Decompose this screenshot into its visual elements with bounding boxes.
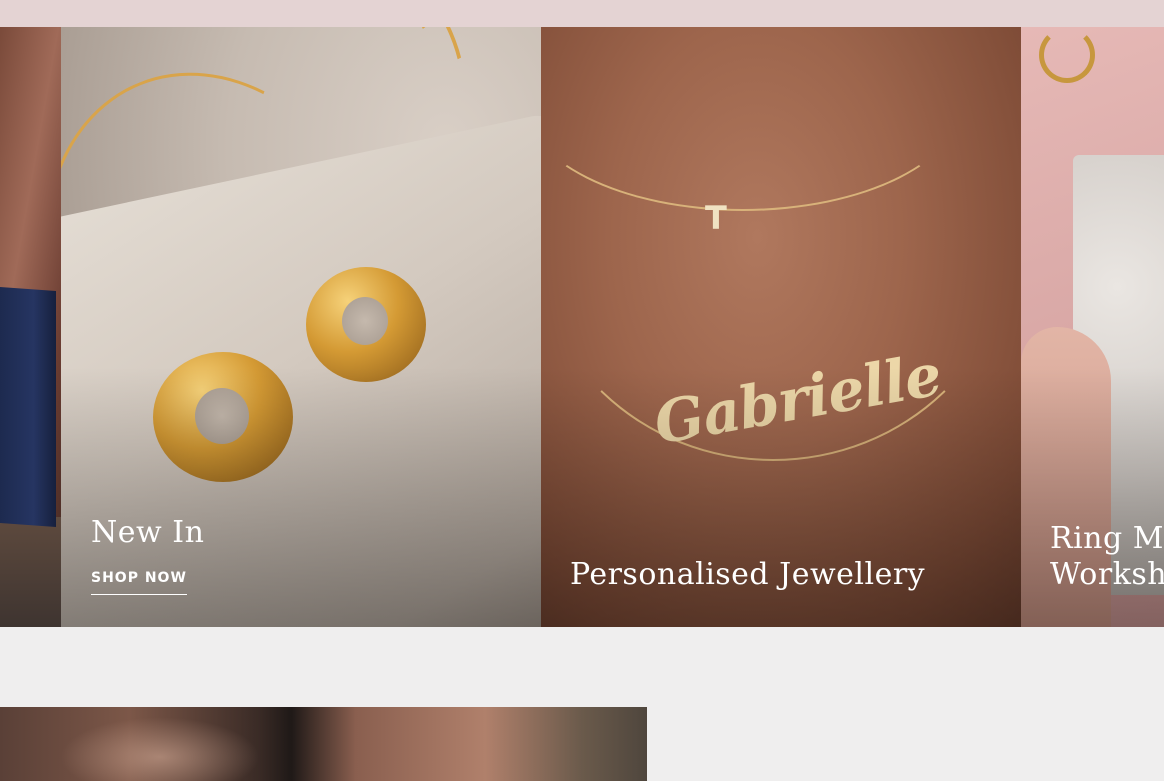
slide-title: Personalised Jewellery: [570, 557, 926, 592]
slide-title-line: Ring Ma: [1050, 521, 1164, 556]
slide-image-lower: [0, 517, 61, 627]
carousel-slide-new-in[interactable]: New In SHOP NOW: [61, 27, 541, 627]
ring-image: [1039, 27, 1095, 83]
collection-carousel[interactable]: New In SHOP NOW T Gabrielle Personalised…: [0, 27, 1164, 627]
banner-image-highlight: [60, 717, 260, 781]
slide-title: Ring Ma Worksh: [1050, 521, 1164, 593]
carousel-slide-personalised[interactable]: T Gabrielle Personalised Jewellery: [541, 27, 1021, 627]
navy-bag-image: [0, 287, 56, 527]
top-banner-bar: [0, 0, 1164, 27]
slide-title: New In: [91, 515, 205, 550]
gold-pendant: [306, 267, 426, 382]
slide-title-line: Worksh: [1050, 557, 1164, 592]
carousel-slide-ring-making[interactable]: Ring Ma Worksh: [1021, 27, 1164, 627]
featured-image-banner[interactable]: [0, 707, 647, 781]
carousel-slide-previous[interactable]: [0, 27, 61, 627]
initial-pendant: T: [705, 199, 727, 237]
shop-now-link[interactable]: SHOP NOW: [91, 570, 187, 595]
